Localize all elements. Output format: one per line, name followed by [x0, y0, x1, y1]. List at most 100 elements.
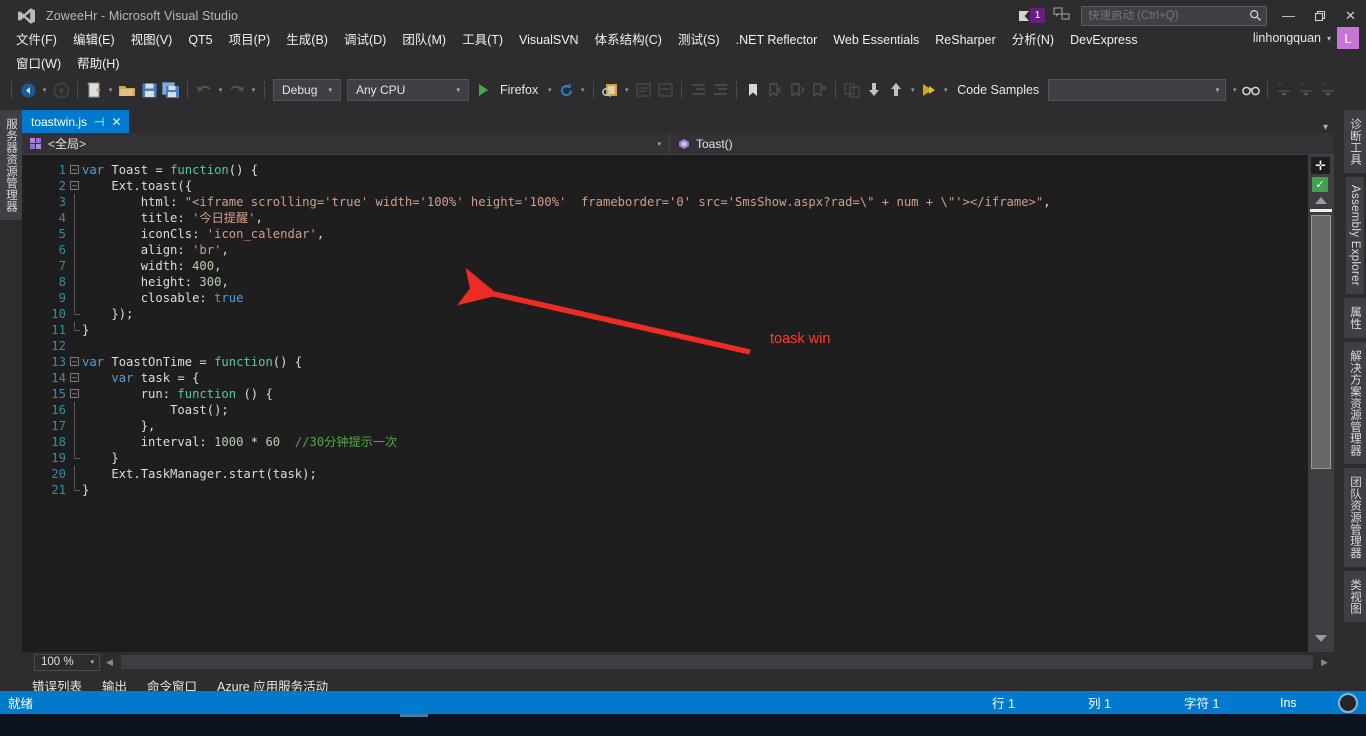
quote-tool-icon[interactable]: ": [1295, 78, 1317, 102]
scroll-right-arrow[interactable]: ▶: [1315, 657, 1334, 668]
compare-files-icon[interactable]: [841, 78, 863, 102]
code-line[interactable]: 9 closable: true: [22, 290, 1308, 306]
code-line[interactable]: 15– run: function () {: [22, 386, 1308, 402]
avatar[interactable]: L: [1337, 27, 1359, 49]
sidebar-tab-diagnostic-tools[interactable]: 诊断工具: [1344, 110, 1366, 174]
code-line[interactable]: 3 html: "<iframe scrolling='true' width=…: [22, 194, 1308, 210]
code-line[interactable]: 5 iconCls: 'icon_calendar',: [22, 226, 1308, 242]
menu-item-qt5[interactable]: QT5: [180, 28, 220, 52]
navigate-forward-icon[interactable]: [50, 78, 72, 102]
menu-item-project[interactable]: 项目(P): [221, 28, 279, 52]
next-bookmark-icon[interactable]: [786, 78, 808, 102]
chevron-down-icon[interactable]: ▾: [1323, 122, 1334, 133]
close-icon[interactable]: ✕: [111, 116, 121, 128]
menu-item-architecture[interactable]: 体系结构(C): [587, 28, 670, 52]
sidebar-tab-assembly-explorer[interactable]: Assembly Explorer: [1346, 177, 1364, 295]
scroll-up-arrow[interactable]: [1315, 197, 1327, 204]
solution-configuration-combo[interactable]: Debug ▾: [273, 79, 341, 101]
notification-flag-icon[interactable]: 1: [1016, 8, 1045, 24]
editor-vertical-scrollbar[interactable]: ✛ ✓: [1308, 155, 1334, 652]
open-file-icon[interactable]: [116, 78, 138, 102]
chevron-down-icon[interactable]: ▾: [322, 86, 338, 94]
code-editor[interactable]: 1– var Toast = function() {2– Ext.toast({…: [22, 155, 1334, 652]
new-project-dropdown[interactable]: ▾: [105, 86, 116, 94]
record-macro-icon[interactable]: [1338, 692, 1358, 713]
scrollbar-thumb[interactable]: [1311, 215, 1331, 469]
code-line[interactable]: 4 title: '今日提醒',: [22, 210, 1308, 226]
quote-tool-icon[interactable]: ": [1317, 78, 1339, 102]
redo-dropdown[interactable]: ▾: [248, 86, 259, 94]
user-account-area[interactable]: linhongquan ▾ L: [1253, 27, 1362, 49]
menu-item-build[interactable]: 生成(B): [278, 28, 336, 52]
pin-icon[interactable]: ⊣: [94, 116, 104, 128]
sidebar-tab-team-explorer[interactable]: 团队资源管理器: [1344, 467, 1366, 567]
code-line[interactable]: 8 height: 300,: [22, 274, 1308, 290]
menu-item-test[interactable]: 测试(S): [670, 28, 728, 52]
navbar-scope-dropdown[interactable]: <全局> ▾: [22, 132, 670, 155]
start-debug-browser-label[interactable]: Firefox: [494, 83, 544, 97]
code-line[interactable]: 2– Ext.toast({: [22, 178, 1308, 194]
new-project-icon[interactable]: [83, 78, 105, 102]
code-samples-dropdown[interactable]: ▾: [940, 86, 951, 94]
download-icon[interactable]: [863, 78, 885, 102]
save-all-icon[interactable]: [160, 78, 182, 102]
code-samples-icon[interactable]: [918, 78, 940, 102]
collapse-toggle-icon[interactable]: –: [70, 373, 79, 382]
decrease-indent-icon[interactable]: [687, 78, 709, 102]
send-feedback-icon[interactable]: [1053, 6, 1075, 25]
browser-dropdown[interactable]: ▾: [544, 86, 555, 94]
navigate-backward-dropdown[interactable]: ▾: [39, 86, 50, 94]
menu-item-team[interactable]: 团队(M): [394, 28, 454, 52]
chevron-down-icon[interactable]: ▾: [1210, 86, 1226, 94]
code-line[interactable]: 19 }: [22, 450, 1308, 466]
comment-selection-icon[interactable]: [632, 78, 654, 102]
upload-icon[interactable]: [885, 78, 907, 102]
code-line[interactable]: 21}: [22, 482, 1308, 498]
menu-item-tools[interactable]: 工具(T): [454, 28, 511, 52]
zoom-level-combo[interactable]: 100 % ▾: [34, 653, 100, 671]
code-line[interactable]: 16 Toast();: [22, 402, 1308, 418]
menu-item-analyze[interactable]: 分析(N): [1004, 28, 1062, 52]
sidebar-tab-server-explorer[interactable]: 服务器资源管理器: [0, 110, 22, 221]
code-lines-container[interactable]: 1– var Toast = function() {2– Ext.toast({…: [22, 155, 1308, 652]
menu-item-devexpress[interactable]: DevExpress: [1062, 28, 1145, 52]
code-line[interactable]: 14– var task = {: [22, 370, 1308, 386]
navbar-member-dropdown[interactable]: Toast(): [670, 133, 1334, 155]
menu-item-edit[interactable]: 编辑(E): [65, 28, 123, 52]
menu-item-window[interactable]: 窗口(W): [8, 52, 69, 76]
chevron-down-icon[interactable]: ▾: [450, 86, 466, 94]
upload-dropdown[interactable]: ▾: [907, 86, 918, 94]
scroll-down-arrow[interactable]: [1315, 635, 1327, 642]
previous-bookmark-icon[interactable]: [764, 78, 786, 102]
start-debug-icon[interactable]: [472, 78, 494, 102]
find-in-files-icon[interactable]: [599, 78, 621, 102]
menu-item-web-essentials[interactable]: Web Essentials: [825, 28, 927, 52]
code-line[interactable]: 6 align: 'br',: [22, 242, 1308, 258]
find-dropdown[interactable]: ▾: [621, 86, 632, 94]
undo-dropdown[interactable]: ▾: [215, 86, 226, 94]
bookmark-icon[interactable]: [742, 78, 764, 102]
refresh-dropdown[interactable]: ▾: [577, 86, 588, 94]
quick-launch-input[interactable]: [1088, 9, 1249, 22]
solution-platform-combo[interactable]: Any CPU ▾: [347, 79, 469, 101]
chevron-down-icon[interactable]: ▾: [1327, 34, 1331, 43]
menu-item-net-reflector[interactable]: .NET Reflector: [728, 28, 826, 52]
undo-icon[interactable]: [193, 78, 215, 102]
document-tab-toastwin-js[interactable]: toastwin.js ⊣ ✕: [22, 110, 129, 133]
code-line[interactable]: 1– var Toast = function() {: [22, 162, 1308, 178]
chevron-down-icon[interactable]: ▾: [90, 658, 99, 666]
code-health-ok-icon[interactable]: ✓: [1312, 177, 1328, 192]
horizontal-scrollbar[interactable]: [120, 655, 1314, 669]
redo-icon[interactable]: [226, 78, 248, 102]
code-line[interactable]: 11}: [22, 322, 1308, 338]
menu-item-resharper[interactable]: ReSharper: [927, 28, 1003, 52]
quick-launch-box[interactable]: [1081, 5, 1267, 26]
scroll-left-arrow[interactable]: ◀: [100, 657, 119, 668]
uncomment-selection-icon[interactable]: [654, 78, 676, 102]
quote-tool-icon[interactable]: ": [1273, 78, 1295, 102]
code-line[interactable]: 20 Ext.TaskManager.start(task);: [22, 466, 1308, 482]
refresh-link-icon[interactable]: [555, 78, 577, 102]
menu-item-debug[interactable]: 调试(D): [336, 28, 394, 52]
collapse-toggle-icon[interactable]: –: [70, 357, 79, 366]
collapse-toggle-icon[interactable]: –: [70, 165, 79, 174]
